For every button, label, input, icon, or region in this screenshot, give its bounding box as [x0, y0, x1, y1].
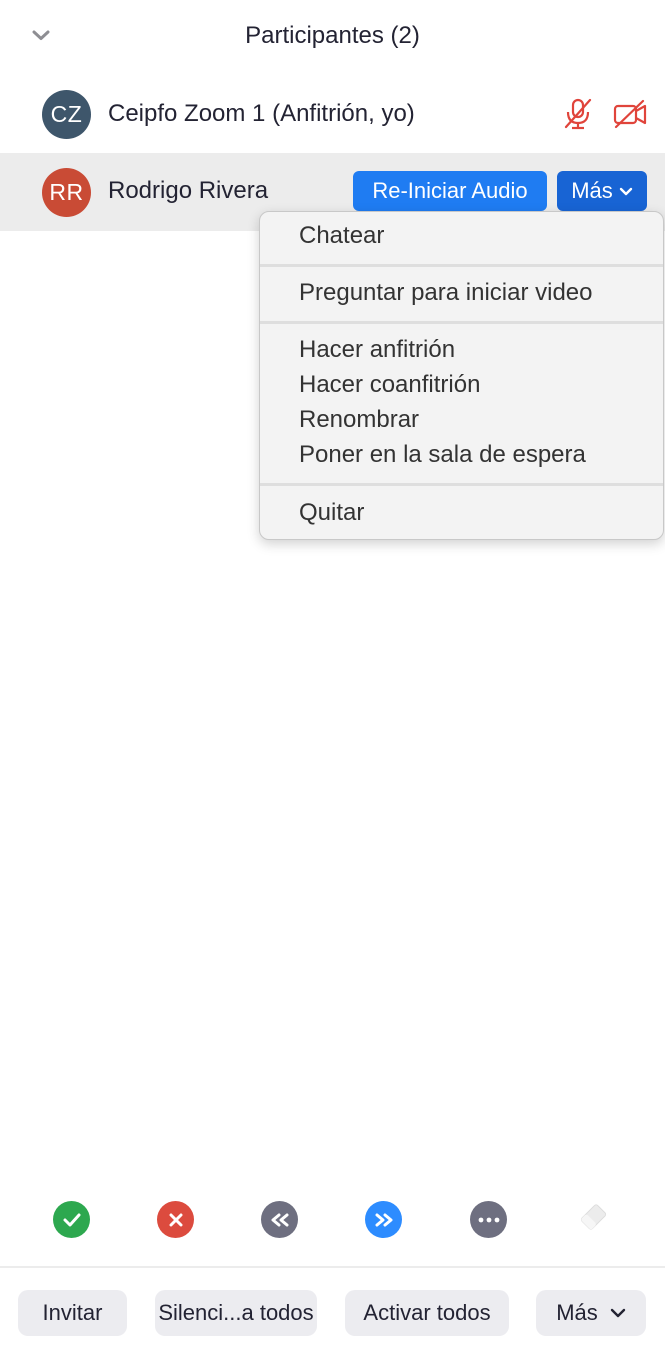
participant-more-button[interactable]: Más: [557, 171, 647, 211]
footer-divider: [0, 1266, 665, 1268]
chevron-down-icon: [610, 1308, 625, 1318]
participant-name: Ceipfo Zoom 1 (Anfitrión, yo): [108, 100, 415, 127]
menu-item-make-cohost[interactable]: Hacer coanfitrión: [299, 371, 480, 399]
menu-item-remove[interactable]: Quitar: [299, 499, 364, 527]
participant-name: Rodrigo Rivera: [108, 177, 269, 204]
ellipsis-icon[interactable]: [470, 1201, 507, 1238]
more-button-label: Más: [571, 178, 613, 203]
menu-divider: [260, 321, 663, 324]
participants-panel: Participantes (2) CZ Ceipfo Zoom 1 (Anfi…: [0, 0, 665, 1350]
participant-row-host[interactable]: CZ Ceipfo Zoom 1 (Anfitrión, yo): [0, 75, 665, 153]
menu-item-rename[interactable]: Renombrar: [299, 406, 419, 434]
video-off-icon[interactable]: [612, 97, 648, 131]
footer-more-button[interactable]: Más: [536, 1290, 646, 1336]
chevron-down-icon: [619, 187, 632, 195]
checkmark-icon[interactable]: [53, 1201, 90, 1238]
menu-item-waiting-room[interactable]: Poner en la sala de espera: [299, 441, 586, 469]
avatar: RR: [42, 168, 91, 217]
menu-item-make-host[interactable]: Hacer anfitrión: [299, 336, 455, 364]
restart-audio-button[interactable]: Re-Iniciar Audio: [353, 171, 547, 211]
menu-item-ask-start-video[interactable]: Preguntar para iniciar video: [299, 279, 593, 307]
more-button-label: Más: [556, 1300, 598, 1325]
menu-item-chat[interactable]: Chatear: [299, 222, 384, 250]
avatar: CZ: [42, 90, 91, 139]
panel-title: Participantes (2): [245, 22, 420, 49]
panel-header: Participantes (2): [0, 0, 665, 74]
menu-divider: [260, 483, 663, 486]
x-icon[interactable]: [157, 1201, 194, 1238]
nonverbal-feedback-bar: [0, 1198, 665, 1244]
mic-muted-icon[interactable]: [560, 97, 596, 131]
menu-divider: [260, 264, 663, 267]
unmute-all-button[interactable]: Activar todos: [345, 1290, 509, 1336]
fast-forward-icon[interactable]: [365, 1201, 402, 1238]
eraser-icon[interactable]: [575, 1198, 612, 1235]
participant-context-menu: Chatear Preguntar para iniciar video Hac…: [259, 211, 664, 540]
invite-button[interactable]: Invitar: [18, 1290, 127, 1336]
mute-all-button[interactable]: Silenci...a todos: [155, 1290, 317, 1336]
rewind-icon[interactable]: [261, 1201, 298, 1238]
